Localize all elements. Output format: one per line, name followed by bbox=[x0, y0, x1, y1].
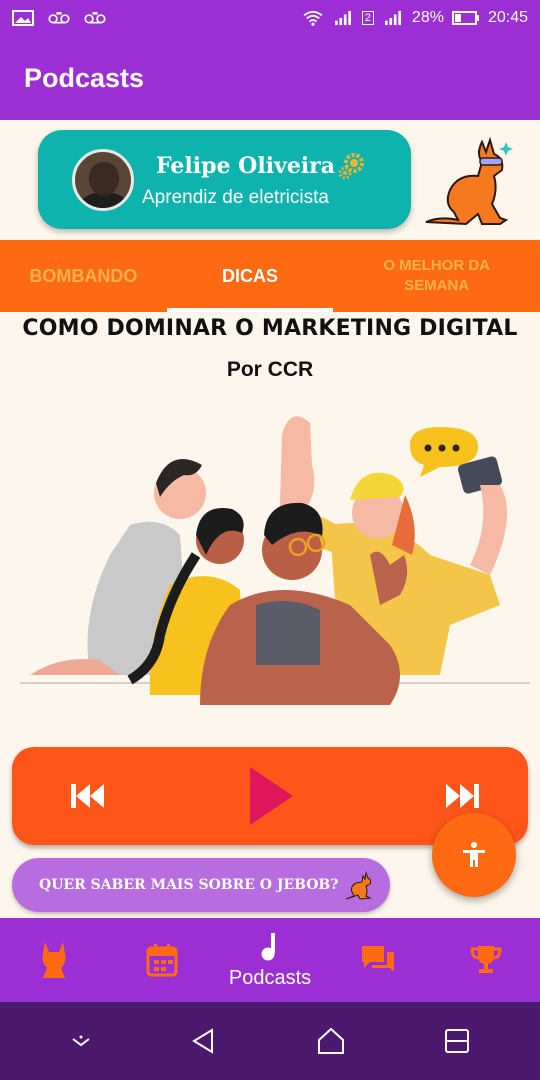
profile-name: Felipe Oliveira bbox=[156, 152, 336, 179]
profile-name-row: Felipe Oliveira bbox=[156, 151, 367, 181]
voicemail-icon bbox=[48, 12, 70, 24]
voicemail-icon bbox=[84, 12, 106, 24]
tab-bombando[interactable]: BOMBANDO bbox=[0, 240, 167, 312]
nav-item-label: Podcasts bbox=[228, 966, 312, 989]
people-illustration bbox=[20, 416, 530, 705]
bottom-nav: Podcasts bbox=[0, 918, 540, 1002]
gallery-icon bbox=[12, 10, 34, 26]
nav-item-podcasts[interactable]: Podcasts bbox=[216, 918, 324, 1002]
home-icon[interactable] bbox=[316, 1027, 346, 1055]
accessibility-button[interactable] bbox=[432, 813, 516, 897]
kangaroo-icon bbox=[42, 942, 66, 978]
profile-card[interactable]: Felipe Oliveira Aprendiz de eletricista bbox=[38, 130, 411, 229]
tab-melhor-da-semana[interactable]: O MELHOR DA SEMANA bbox=[333, 240, 540, 312]
kangaroo-icon bbox=[346, 871, 373, 900]
chat-icon bbox=[362, 946, 394, 972]
battery-percent: 28% bbox=[411, 9, 444, 26]
nav-item-trophy[interactable] bbox=[432, 918, 540, 1002]
trophy-icon bbox=[470, 946, 502, 973]
nav-item-calendar[interactable] bbox=[108, 918, 216, 1002]
play-icon bbox=[250, 767, 293, 825]
learn-more-button[interactable]: QUER SABER MAIS SOBRE O JEBOB? bbox=[12, 858, 390, 912]
page-title: Podcasts bbox=[24, 62, 145, 93]
calendar-icon bbox=[146, 944, 178, 977]
signal-icon bbox=[384, 10, 401, 26]
recents-icon[interactable] bbox=[443, 1027, 471, 1055]
podcast-author: Por CCR bbox=[226, 358, 314, 381]
gear-icon[interactable] bbox=[337, 151, 367, 181]
learn-more-label: QUER SABER MAIS SOBRE O JEBOB? bbox=[39, 877, 339, 893]
sim-label: 2 bbox=[361, 11, 374, 25]
next-icon bbox=[446, 784, 479, 808]
app-bar: Podcasts bbox=[0, 36, 540, 120]
chevron-down-icon[interactable] bbox=[69, 1029, 93, 1053]
previous-button[interactable] bbox=[52, 747, 122, 845]
previous-icon bbox=[71, 784, 104, 808]
tab-bar: BOMBANDO DICAS O MELHOR DA SEMANA bbox=[0, 240, 540, 312]
accessibility-icon bbox=[463, 842, 485, 867]
kangaroo-logo bbox=[425, 136, 513, 226]
podcast-title: COMO DOMINAR O MARKETING DIGITAL bbox=[22, 316, 518, 341]
system-nav-bar bbox=[0, 1002, 540, 1080]
back-icon[interactable] bbox=[190, 1027, 218, 1055]
avatar bbox=[72, 148, 134, 211]
play-button[interactable] bbox=[230, 747, 310, 845]
music-note-icon bbox=[261, 932, 275, 960]
wifi-icon bbox=[303, 10, 323, 26]
clock: 20:45 bbox=[487, 9, 528, 26]
nav-item-kangaroo[interactable] bbox=[0, 918, 108, 1002]
nav-item-chat[interactable] bbox=[324, 918, 432, 1002]
battery-icon bbox=[451, 11, 479, 25]
profile-role: Aprendiz de eletricista bbox=[142, 186, 329, 208]
tab-dicas[interactable]: DICAS bbox=[166, 240, 334, 312]
status-bar: 2 28% 20:45 bbox=[0, 0, 540, 36]
signal-icon bbox=[334, 10, 351, 26]
